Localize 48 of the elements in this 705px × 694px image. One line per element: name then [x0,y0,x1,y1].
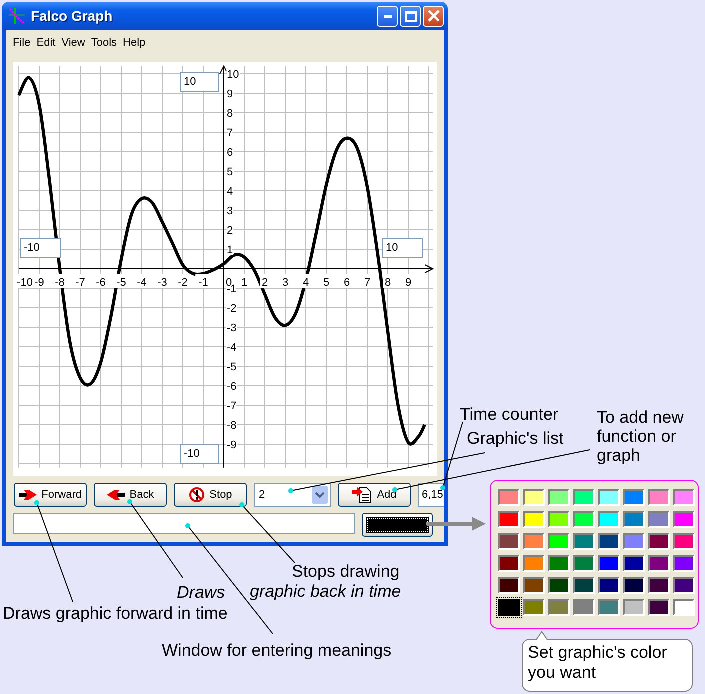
tick-label: -7 [227,400,237,412]
annotation-text: Draws graphic forward in time [3,604,228,623]
annotation-text: To add new function or graph [597,408,685,465]
tick-label: -8 [55,277,65,289]
tick-label: 9 [405,277,412,289]
tick-label: 7 [227,128,234,140]
tick-label: 1 [227,244,234,256]
tick-label: 4 [227,186,234,198]
tick-label: 2 [227,225,234,237]
annotation-text: graphic back in time [250,582,402,601]
tick-label: -8 [227,420,237,432]
tick-label: 6 [344,277,350,289]
tick-label: -2 [178,277,188,289]
window-title: Falco Graph [31,8,113,24]
callout-text: Set graphic's color you want [522,639,693,692]
tick-label: -6 [227,381,237,393]
tick-label: -7 [76,277,86,289]
tick-label: -9 [34,277,44,289]
annotation-text: Time counter [460,405,559,424]
tick-label: -6 [96,277,106,289]
tick-label: 3 [227,206,234,218]
tick-label: -9 [227,440,237,452]
tick-label: -4 [137,277,147,289]
tick-label: -1 [198,277,208,289]
tick-label: -10 [17,277,33,289]
tick-label: 8 [227,108,234,120]
annotation-text: Stops drawing [292,562,400,581]
tick-label: -5 [116,277,126,289]
tick-label: -2 [227,303,237,315]
tick-label: -3 [158,277,168,289]
tick-label: 5 [227,166,234,178]
annotation-text: Window for entering meanings [162,641,392,660]
tick-label: 9 [227,88,234,100]
tick-label: 5 [323,277,330,289]
tick-label: 2 [262,277,268,289]
annotation-text: Draws [177,583,226,602]
tick-label: 4 [302,277,310,289]
annotation-text: Graphic's list [467,429,564,448]
tick-label: -3 [227,322,237,334]
tick-label: 3 [282,277,289,289]
tick-label: 8 [384,277,392,289]
tick-label: 6 [227,147,234,159]
tick-label: -5 [227,362,237,374]
tick-label: -1 [227,284,237,296]
tick-label: 1 [241,277,248,289]
tick-label: -4 [227,342,237,354]
tick-label: 10 [227,69,240,81]
tick-label: 7 [364,277,371,289]
